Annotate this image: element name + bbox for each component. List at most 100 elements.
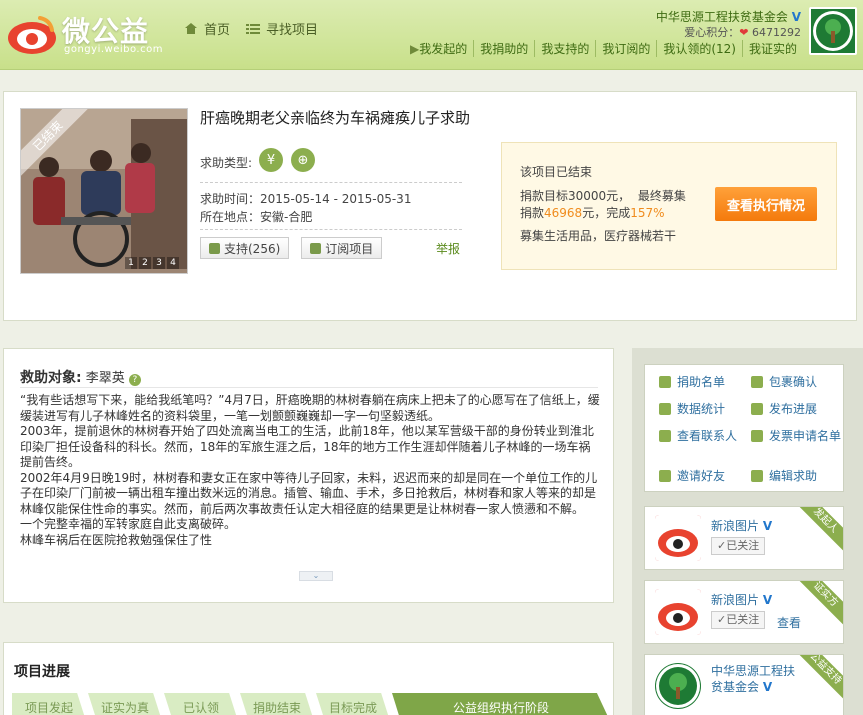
rescue-label: 救助对象: — [20, 370, 82, 386]
progress-title: 项目进展 — [14, 664, 70, 680]
manage-actions: 捐助名单 包裹确认 数据统计 发布进展 查看联系人 发票申请名单 邀请好友 编辑… — [644, 364, 844, 492]
action-invoice-list[interactable]: 发票申请名单 — [751, 429, 841, 443]
progress-steps: 项目发起 证实为真 已认领 捐助结束 目标完成 公益组织执行阶段 — [12, 693, 612, 715]
thumb-2[interactable]: 2 — [139, 257, 151, 269]
nav-find-label: 寻找项目 — [266, 23, 319, 38]
subnav-donated[interactable]: 我捐助的 — [473, 40, 534, 57]
initiator-name[interactable]: 新浪图片 V — [711, 517, 772, 534]
help-type-label: 求助类型: — [200, 156, 253, 170]
verified-v-icon: V — [762, 593, 773, 607]
subnav-claimed[interactable]: 我认领的(12) — [656, 40, 742, 57]
ended-status: 该项目已结束 — [520, 165, 593, 179]
support-label: 支持(256) — [224, 241, 281, 256]
user-org-name[interactable]: 中华思源工程扶贫基金会 V — [656, 8, 801, 25]
expand-chevron-icon[interactable]: ⌄ — [299, 571, 333, 581]
love-points: 爱心积分：❤ 6471292 — [684, 24, 801, 40]
org-logo-icon — [656, 664, 700, 708]
followed-button[interactable]: ✓已关注 — [711, 537, 766, 555]
help-icon[interactable]: ? — [128, 374, 141, 386]
verified-v-icon: V — [762, 680, 773, 694]
step-claimed: 已认领 — [164, 693, 238, 715]
action-package-confirm[interactable]: 包裹确认 — [751, 375, 817, 389]
supplies-line: 募集生活用品，医疗器械若干 — [520, 229, 677, 243]
project-progress-panel: 项目进展 项目发起 证实为真 已认领 捐助结束 目标完成 公益组织执行阶段 — [3, 642, 614, 715]
thumbs-up-icon — [209, 242, 220, 254]
avatar[interactable] — [655, 663, 701, 709]
donor-list-icon — [659, 376, 671, 388]
story-paragraph: “我有些话想写下来，能给我纸笔吗？”4月7日，肝癌晚期的林树春躺在病床上把未了的… — [20, 393, 600, 423]
avatar[interactable] — [655, 515, 701, 561]
contacts-icon — [659, 430, 671, 442]
play-icon: ▶ — [410, 42, 420, 56]
edit-icon — [751, 470, 763, 482]
place-label: 所在地点 — [200, 210, 249, 224]
raised-mid: 元，完成 — [582, 206, 631, 220]
subnav-subscribed[interactable]: 我订阅的 — [595, 40, 656, 57]
site-header: 微公益 gongyi.weibo.com 首页 寻找项目 中华思源工程扶贫基金会… — [0, 0, 863, 70]
help-type-icons: ¥ ⊕ — [259, 148, 315, 172]
list-icon — [246, 23, 261, 34]
subscribe-button[interactable]: 订阅项目 — [301, 237, 383, 259]
divider — [200, 182, 462, 183]
sidebar: 捐助名单 包裹确认 数据统计 发布进展 查看联系人 发票申请名单 邀请好友 编辑… — [632, 348, 863, 715]
story-paragraph: 2002年4月9日晚19时，林树春和妻女正在家中等待儿子回家，未料，迟迟而来的却… — [20, 470, 598, 516]
rescue-name: 李翠英 — [85, 371, 125, 386]
nav-home[interactable]: 首页 — [184, 19, 230, 38]
subnav-supported[interactable]: 我支持的 — [534, 40, 595, 57]
publish-icon — [751, 403, 763, 415]
subnav-verified[interactable]: 我证实的 — [741, 40, 803, 57]
view-execution-button[interactable]: 查看执行情况 — [715, 187, 817, 221]
action-label: 包裹确认 — [769, 375, 818, 389]
action-view-contacts[interactable]: 查看联系人 — [659, 429, 737, 443]
support-button[interactable]: 支持(256) — [200, 237, 290, 259]
raised-line: 捐款46968元，完成157% — [520, 204, 665, 221]
site-logo[interactable]: 微公益 gongyi.weibo.com — [6, 8, 166, 60]
action-edit-request[interactable]: 编辑求助 — [751, 469, 817, 483]
action-label: 捐助名单 — [677, 375, 726, 389]
logo-subtitle: gongyi.weibo.com — [64, 44, 163, 55]
action-label: 发布进展 — [769, 402, 818, 416]
photo-thumbs: 1 2 3 4 — [125, 257, 179, 269]
love-label: 爱心积分： — [684, 26, 740, 39]
verifier-name[interactable]: 新浪图片 V — [711, 591, 772, 608]
action-invite-friends[interactable]: 邀请好友 — [659, 469, 725, 483]
time-label: 求助时间 — [200, 192, 249, 206]
step-donation-ended: 捐助结束 — [240, 693, 314, 715]
project-status-box: 该项目已结束 捐款目标30000元， 最终募集 捐款46968元，完成157% … — [501, 142, 837, 270]
view-link[interactable]: 查看 — [777, 614, 801, 631]
report-link[interactable]: 举报 — [436, 240, 460, 257]
action-label: 编辑求助 — [769, 469, 818, 483]
project-photo[interactable]: 已结束 1 2 3 4 — [20, 108, 188, 274]
avatar[interactable] — [655, 589, 701, 635]
invite-icon — [659, 470, 671, 482]
invoice-icon — [751, 430, 763, 442]
subscribe-label: 订阅项目 — [325, 241, 374, 256]
project-actions: 支持(256) 订阅项目 — [200, 237, 383, 259]
action-stats[interactable]: 数据统计 — [659, 402, 725, 416]
rescue-header: 救助对象: 李翠英 ? — [20, 367, 141, 387]
story-paragraph: 林峰车祸后在医院抢救勉强保住了性 — [20, 532, 213, 547]
action-donor-list[interactable]: 捐助名单 — [659, 375, 725, 389]
project-title: 肝癌晚期老父亲临终为车祸瘫痪儿子求助 — [200, 109, 471, 127]
sina-logo-icon — [655, 589, 701, 635]
org-name[interactable]: 中华思源工程扶贫基金会 V — [711, 663, 801, 695]
help-location: 所在地点：安徽-合肥 — [200, 208, 312, 225]
weibo-eye-icon — [8, 16, 56, 54]
heart-icon: ❤ — [739, 26, 749, 39]
nav-home-label: 首页 — [204, 23, 231, 38]
nav-find-projects[interactable]: 寻找项目 — [246, 19, 318, 38]
thumb-1[interactable]: 1 — [125, 257, 137, 269]
user-avatar[interactable] — [809, 7, 857, 55]
rescue-subject-panel: 救助对象: 李翠英 ? “我有些话想写下来，能给我纸笔吗？”4月7日，肝癌晚期的… — [3, 348, 614, 603]
divider — [200, 229, 462, 230]
goal-line: 捐款目标30000元， 最终募集 — [520, 187, 686, 204]
subnav-initiated[interactable]: ▶我发起的 — [404, 40, 473, 57]
step-goal-complete: 目标完成 — [316, 693, 390, 715]
help-time: 求助时间：2015-05-14 - 2015-05-31 — [200, 190, 411, 207]
divider — [20, 387, 598, 388]
action-publish-progress[interactable]: 发布进展 — [751, 402, 817, 416]
thumb-3[interactable]: 3 — [153, 257, 165, 269]
followed-button[interactable]: ✓已关注 — [711, 611, 766, 629]
thumb-4[interactable]: 4 — [167, 257, 179, 269]
name-text: 新浪图片 — [711, 519, 760, 533]
